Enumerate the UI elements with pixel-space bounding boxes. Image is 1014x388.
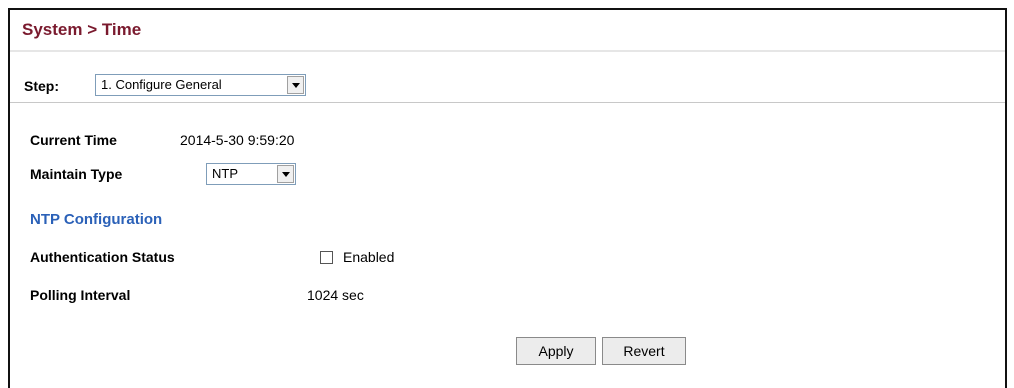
- main-panel: System > Time Step: 1. Configure General…: [8, 8, 1007, 388]
- current-time-label: Current Time: [30, 132, 117, 148]
- apply-button[interactable]: Apply: [516, 337, 596, 365]
- step-label: Step:: [24, 78, 59, 94]
- auth-status-label: Authentication Status: [30, 249, 175, 265]
- maintain-type-select[interactable]: NTP: [206, 163, 296, 185]
- step-divider: [10, 102, 1005, 103]
- title-divider: [10, 50, 1005, 52]
- step-select-value: 1. Configure General: [101, 77, 222, 92]
- ntp-section-title: NTP Configuration: [30, 211, 163, 228]
- current-time-value: 2014-5-30 9:59:20: [180, 132, 295, 148]
- polling-interval-label: Polling Interval: [30, 287, 131, 303]
- page-title: System > Time: [22, 20, 142, 39]
- chevron-down-icon[interactable]: [287, 76, 304, 94]
- step-select[interactable]: 1. Configure General: [95, 74, 306, 96]
- maintain-type-label: Maintain Type: [30, 166, 123, 182]
- revert-button[interactable]: Revert: [602, 337, 686, 365]
- polling-interval-value: 1024 sec: [307, 287, 364, 303]
- chevron-down-icon[interactable]: [277, 165, 294, 183]
- auth-enabled-label: Enabled: [343, 249, 395, 265]
- maintain-type-value: NTP: [212, 166, 238, 181]
- auth-enabled-checkbox[interactable]: [320, 251, 333, 264]
